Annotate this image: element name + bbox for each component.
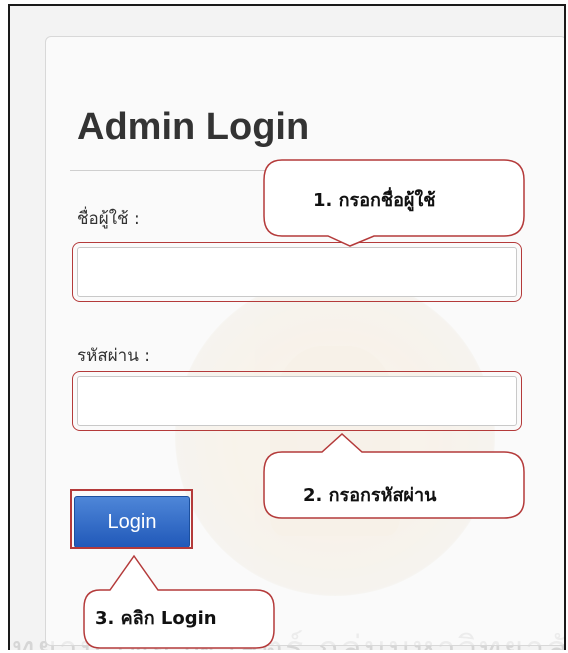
callout-step3-bubble	[83, 554, 275, 649]
callout-step2-text: 2. กรอกรหัสผ่าน	[303, 485, 437, 506]
username-input[interactable]	[72, 242, 522, 302]
password-label: รหัสผ่าน :	[77, 346, 150, 366]
title-divider	[70, 170, 275, 171]
login-button[interactable]: Login	[74, 496, 190, 548]
callout-step3-text: 3. คลิก Login	[95, 608, 217, 629]
page-title: Admin Login	[77, 106, 310, 148]
username-label: ชื่อผู้ใช้ :	[77, 209, 140, 229]
callout-step1-text: 1. กรอกชื่อผู้ใช้	[313, 190, 436, 211]
password-input[interactable]	[72, 371, 522, 431]
